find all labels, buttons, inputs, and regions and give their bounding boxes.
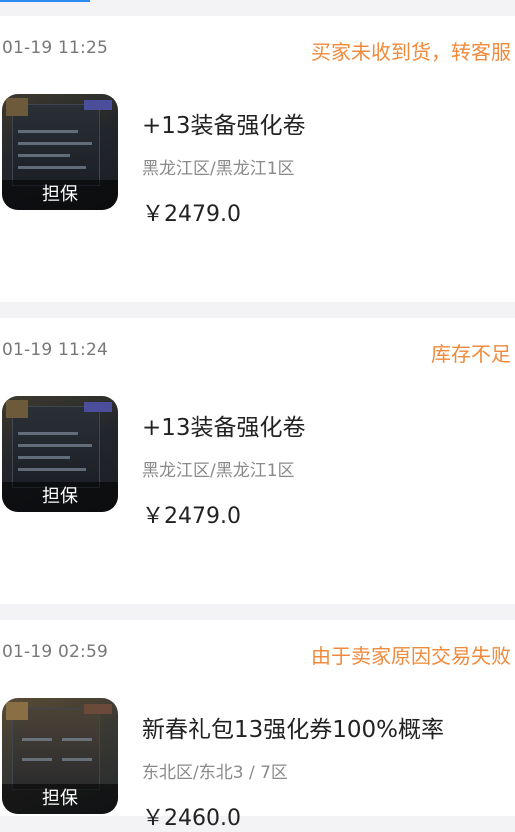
- thumb-text-line: [18, 444, 92, 447]
- item-server: 黑龙江区/黑龙江1区: [142, 461, 295, 481]
- thumb-text-line: [18, 432, 78, 435]
- thumb-panel: [12, 406, 100, 488]
- thumb-header-decoration: [84, 100, 112, 110]
- order-status: 买家未收到货，转客服: [311, 40, 511, 64]
- game-screenshot-icon[interactable]: 担保: [2, 698, 118, 814]
- active-tab-indicator: [0, 0, 90, 2]
- game-screenshot-icon[interactable]: 担保: [2, 94, 118, 210]
- thumb-text-line: [62, 758, 92, 761]
- thumb-text-line: [18, 142, 92, 145]
- thumb-text-line: [18, 456, 70, 459]
- thumb-text-line: [18, 166, 86, 169]
- item-title[interactable]: 新春礼包13强化券100%概率: [142, 710, 444, 744]
- item-price: ￥2460.0: [142, 806, 241, 831]
- top-strip: [0, 0, 515, 16]
- thumb-text-line: [18, 130, 78, 133]
- item-price: ￥2479.0: [142, 202, 241, 227]
- item-title[interactable]: +13装备强化卷: [142, 106, 306, 140]
- thumb-text-line: [18, 468, 86, 471]
- order-time: 01-19 11:24: [2, 340, 108, 360]
- thumb-header-decoration: [84, 704, 112, 714]
- thumb-header-decoration: [84, 402, 112, 412]
- order-card[interactable]: 01-19 11:25 买家未收到货，转客服 担保 +13装备强化卷 黑龙江区/…: [0, 16, 515, 302]
- item-server: 黑龙江区/黑龙江1区: [142, 159, 295, 179]
- order-time: 01-19 02:59: [2, 642, 108, 662]
- order-status: 由于卖家原因交易失败: [311, 644, 511, 668]
- thumb-avatar-decoration: [6, 98, 28, 116]
- thumb-panel: [12, 104, 100, 186]
- thumb-avatar-decoration: [6, 702, 28, 720]
- item-server: 东北区/东北3 / 7区: [142, 763, 288, 783]
- thumb-avatar-decoration: [6, 400, 28, 418]
- guarantee-badge: 担保: [42, 184, 78, 205]
- game-screenshot-icon[interactable]: 担保: [2, 396, 118, 512]
- order-card[interactable]: 01-19 11:24 库存不足 担保 +13装备强化卷 黑龙江区/黑龙江1区 …: [0, 318, 515, 604]
- thumb-panel: [12, 708, 100, 790]
- order-time: 01-19 11:25: [2, 38, 108, 58]
- order-status: 库存不足: [431, 342, 511, 366]
- guarantee-badge: 担保: [42, 486, 78, 507]
- thumb-text-line: [18, 154, 70, 157]
- item-title[interactable]: +13装备强化卷: [142, 408, 306, 442]
- thumb-text-line: [22, 738, 52, 741]
- thumb-text-line: [62, 738, 92, 741]
- item-price: ￥2479.0: [142, 504, 241, 529]
- thumb-text-line: [22, 758, 52, 761]
- order-card[interactable]: 01-19 02:59 由于卖家原因交易失败 担保 新春礼包13强化券100%概…: [0, 620, 515, 831]
- guarantee-badge: 担保: [42, 788, 78, 809]
